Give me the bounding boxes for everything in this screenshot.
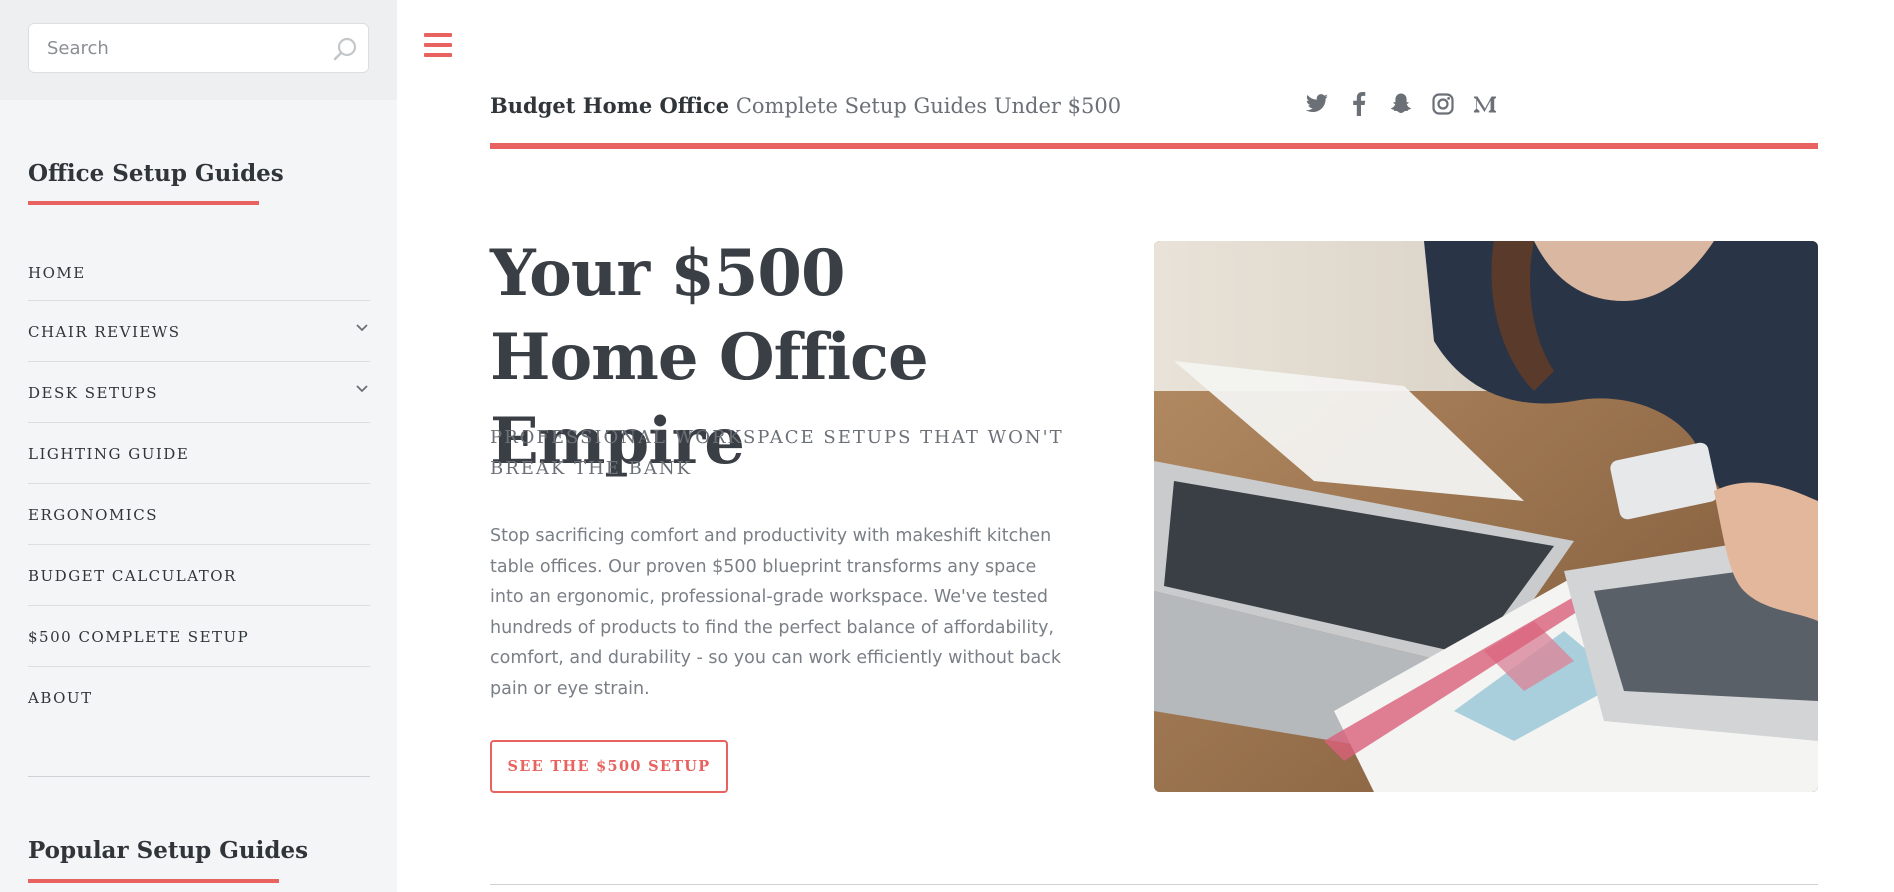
sidebar-item-label: CHAIR REVIEWS — [28, 323, 181, 341]
facebook-icon[interactable] — [1347, 92, 1371, 116]
content-divider — [490, 884, 1818, 885]
search-input[interactable] — [47, 24, 317, 72]
sidebar-divider — [28, 776, 370, 777]
search-icon[interactable] — [332, 36, 358, 62]
hero-body: Stop sacrificing comfort and productivit… — [490, 526, 1062, 699]
sidebar-item-label: $500 COMPLETE SETUP — [28, 628, 250, 646]
sidebar-item-label: ABOUT — [28, 689, 93, 707]
sidebar-item-about[interactable]: ABOUT — [28, 667, 370, 728]
sidebar-item-label: BUDGET CALCULATOR — [28, 567, 237, 585]
site-brand[interactable]: Budget Home Office Complete Setup Guides… — [490, 93, 1121, 118]
hero-image — [1154, 241, 1818, 792]
sidebar-item-label: HOME — [28, 264, 86, 282]
chevron-down-icon[interactable] — [354, 320, 370, 336]
sidebar-item-ergonomics[interactable]: ERGONOMICS — [28, 484, 370, 545]
search-box[interactable] — [28, 23, 369, 73]
medium-icon[interactable] — [1473, 92, 1497, 116]
sidebar-item-label: ERGONOMICS — [28, 506, 158, 524]
sidebar-item-desk-setups[interactable]: DESK SETUPS — [28, 362, 370, 423]
chevron-down-icon[interactable] — [354, 381, 370, 397]
sidebar-nav: HOME CHAIR REVIEWS DESK SETUPS LIGHTING … — [28, 242, 370, 728]
hamburger-menu-icon[interactable] — [424, 33, 454, 59]
sidebar-item-label: LIGHTING GUIDE — [28, 445, 190, 463]
instagram-icon[interactable] — [1431, 92, 1455, 116]
brand-name[interactable]: Budget Home Office — [490, 93, 729, 118]
twitter-icon[interactable] — [1305, 92, 1329, 116]
sidebar-heading-underline — [28, 201, 259, 205]
social-links — [1305, 92, 1497, 116]
popular-guides-underline — [28, 879, 279, 883]
sidebar-item-budget-calculator[interactable]: BUDGET CALCULATOR — [28, 545, 370, 606]
snapchat-icon[interactable] — [1389, 92, 1413, 116]
search-area — [0, 0, 397, 100]
brand-tagline: Complete Setup Guides Under $500 — [735, 94, 1122, 118]
sidebar-item-home[interactable]: HOME — [28, 242, 370, 301]
hero-subtitle: PROFESSIONAL WORKSPACE SETUPS THAT WON'T… — [490, 427, 1064, 479]
sidebar-item-lighting-guide[interactable]: LIGHTING GUIDE — [28, 423, 370, 484]
sidebar-item-label: DESK SETUPS — [28, 384, 158, 402]
sidebar-heading: Office Setup Guides — [28, 160, 284, 187]
see-setup-button[interactable]: SEE THE $500 SETUP — [490, 740, 728, 793]
sidebar-item-500-complete-setup[interactable]: $500 COMPLETE SETUP — [28, 606, 370, 667]
sidebar: Office Setup Guides HOME CHAIR REVIEWS D… — [0, 0, 397, 892]
sidebar-item-chair-reviews[interactable]: CHAIR REVIEWS — [28, 301, 370, 362]
header-accent-bar — [490, 143, 1818, 149]
popular-guides-heading: Popular Setup Guides — [28, 837, 309, 864]
